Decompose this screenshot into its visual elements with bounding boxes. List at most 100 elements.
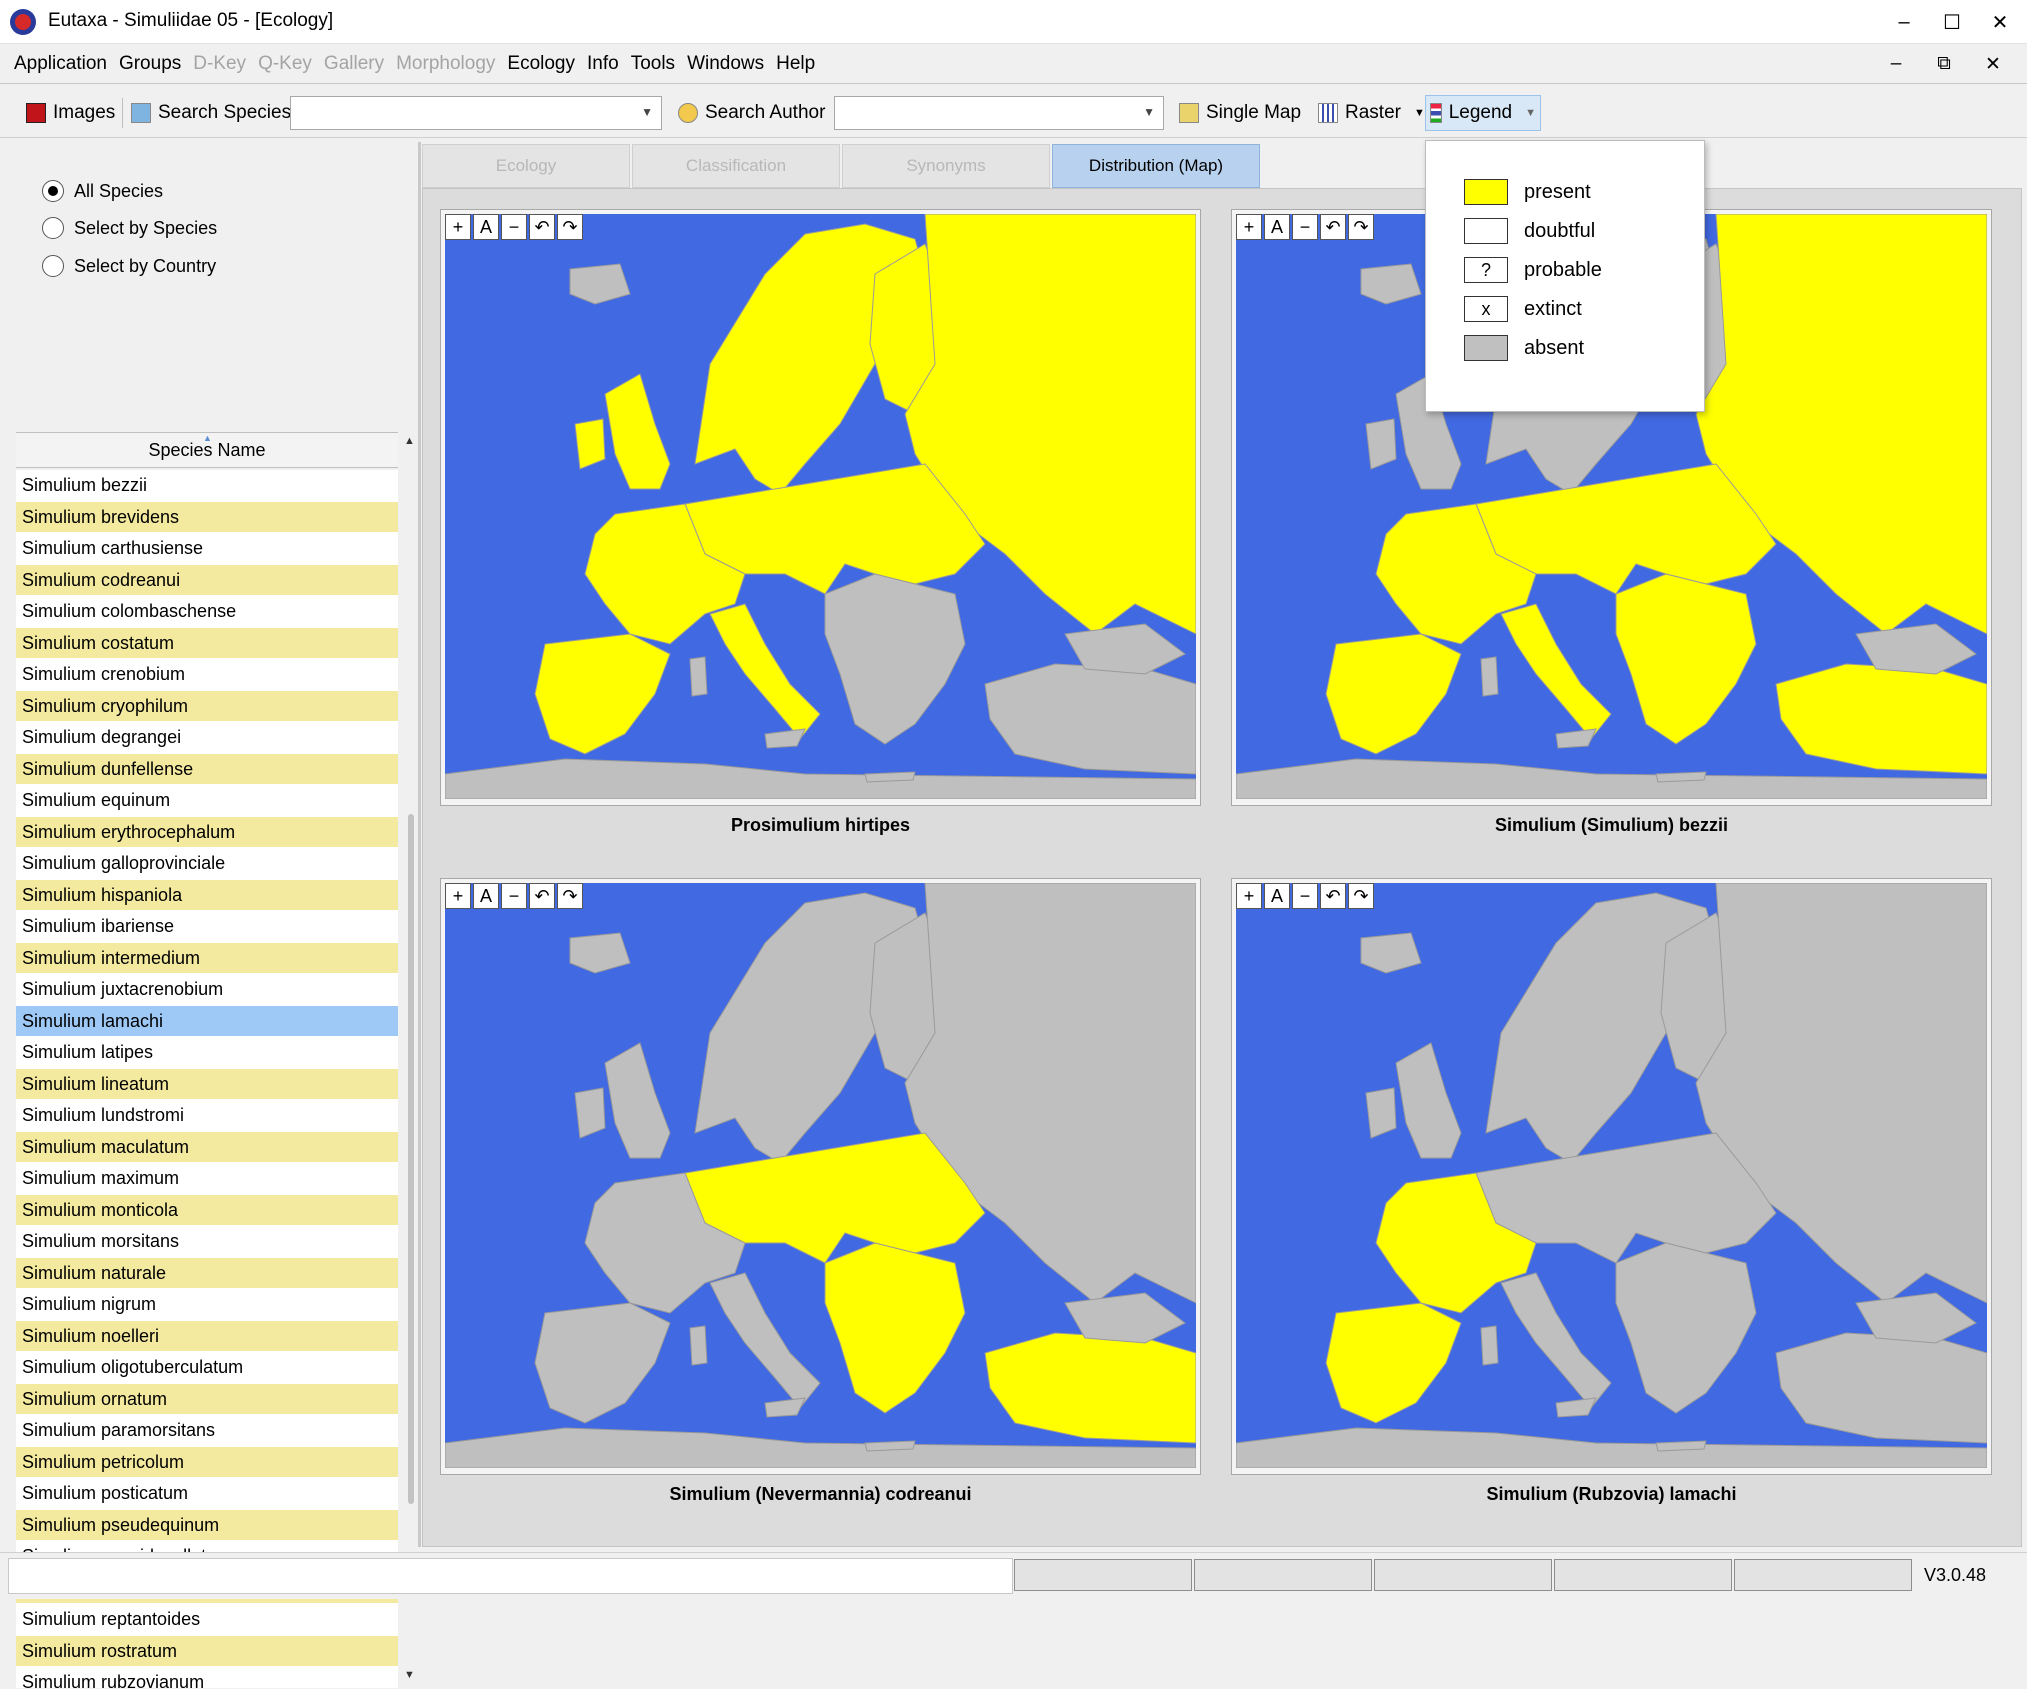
- list-item[interactable]: Simulium ibariense: [16, 911, 398, 943]
- radio-indicator-species[interactable]: [42, 217, 64, 239]
- list-item[interactable]: Simulium crenobium: [16, 659, 398, 691]
- list-item[interactable]: Simulium oligotuberculatum: [16, 1352, 398, 1384]
- menu-item-help[interactable]: Help: [770, 53, 821, 75]
- list-item[interactable]: Simulium erythrocephalum: [16, 816, 398, 848]
- search-author-button[interactable]: Search Author: [674, 95, 829, 131]
- distribution-map[interactable]: + A − ↶ ↷: [440, 878, 1201, 1475]
- single-map-button[interactable]: Single Map: [1175, 95, 1305, 131]
- list-item[interactable]: Simulium bezzii: [16, 470, 398, 502]
- list-item[interactable]: Simulium naturale: [16, 1257, 398, 1289]
- font-icon[interactable]: A: [473, 214, 499, 240]
- chevron-down-icon[interactable]: ▼: [641, 105, 653, 119]
- undo-icon[interactable]: ↶: [1320, 883, 1346, 909]
- list-item[interactable]: Simulium equinum: [16, 785, 398, 817]
- scroll-down-icon[interactable]: ▼: [404, 1669, 415, 1681]
- list-item[interactable]: Simulium noelleri: [16, 1320, 398, 1352]
- chevron-down-icon[interactable]: ▼: [1414, 107, 1425, 119]
- search-species-combo[interactable]: ▼: [290, 96, 662, 130]
- radio-select-by-country[interactable]: Select by Country: [42, 252, 216, 280]
- tab-ecology[interactable]: Ecology: [422, 144, 630, 188]
- list-item[interactable]: Simulium maculatum: [16, 1131, 398, 1163]
- zoom-out-icon[interactable]: −: [501, 214, 527, 240]
- menu-item-morphology[interactable]: Morphology: [390, 53, 501, 75]
- zoom-in-icon[interactable]: +: [445, 883, 471, 909]
- europe-map[interactable]: [1236, 883, 1987, 1468]
- menu-item-application[interactable]: Application: [8, 53, 113, 75]
- minimize-icon[interactable]: –: [1881, 6, 1927, 38]
- list-item[interactable]: Simulium codreanui: [16, 564, 398, 596]
- list-item[interactable]: Simulium rostratum: [16, 1635, 398, 1667]
- close-icon[interactable]: ✕: [1977, 6, 2023, 38]
- menu-item-tools[interactable]: Tools: [625, 53, 681, 75]
- list-item[interactable]: Simulium morsitans: [16, 1226, 398, 1258]
- panel-splitter[interactable]: [418, 142, 421, 1547]
- tab-distribution-map[interactable]: Distribution (Map): [1052, 144, 1260, 188]
- redo-icon[interactable]: ↷: [557, 214, 583, 240]
- legend-button[interactable]: Legend ▼: [1425, 95, 1541, 131]
- zoom-in-icon[interactable]: +: [1236, 214, 1262, 240]
- undo-icon[interactable]: ↶: [529, 883, 555, 909]
- list-item[interactable]: Simulium lineatum: [16, 1068, 398, 1100]
- radio-select-by-species[interactable]: Select by Species: [42, 214, 217, 242]
- list-item[interactable]: Simulium galloprovinciale: [16, 848, 398, 880]
- menu-item-ecology[interactable]: Ecology: [501, 53, 581, 75]
- menu-item-groups[interactable]: Groups: [113, 53, 187, 75]
- redo-icon[interactable]: ↷: [1348, 214, 1374, 240]
- tab-classification[interactable]: Classification: [632, 144, 840, 188]
- search-species-button[interactable]: Search Species: [127, 95, 295, 131]
- mdi-restore-icon[interactable]: ⧉: [1925, 48, 1963, 80]
- list-item[interactable]: Simulium hispaniola: [16, 879, 398, 911]
- chevron-down-icon[interactable]: ▼: [1525, 107, 1536, 119]
- list-item[interactable]: Simulium costatum: [16, 627, 398, 659]
- menu-item-d-key[interactable]: D-Key: [187, 53, 252, 75]
- zoom-in-icon[interactable]: +: [1236, 883, 1262, 909]
- europe-map[interactable]: [445, 883, 1196, 1468]
- list-item[interactable]: Simulium reptantoides: [16, 1604, 398, 1636]
- distribution-map[interactable]: + A − ↶ ↷: [1231, 878, 1992, 1475]
- list-item[interactable]: Simulium pseudequinum: [16, 1509, 398, 1541]
- scroll-up-icon[interactable]: ▲: [404, 435, 415, 447]
- list-item[interactable]: Simulium intermedium: [16, 942, 398, 974]
- font-icon[interactable]: A: [1264, 883, 1290, 909]
- europe-map[interactable]: [445, 214, 1196, 799]
- list-item[interactable]: Simulium rubzovianum: [16, 1667, 398, 1688]
- list-item[interactable]: Simulium nigrum: [16, 1289, 398, 1321]
- menu-item-windows[interactable]: Windows: [681, 53, 770, 75]
- font-icon[interactable]: A: [1264, 214, 1290, 240]
- list-item[interactable]: Simulium petricolum: [16, 1446, 398, 1478]
- radio-indicator-country[interactable]: [42, 255, 64, 277]
- zoom-out-icon[interactable]: −: [1292, 883, 1318, 909]
- menu-item-info[interactable]: Info: [581, 53, 625, 75]
- list-item[interactable]: Simulium dunfellense: [16, 753, 398, 785]
- species-list[interactable]: Simulium bezzii Simulium brevidens Simuliu…: [16, 470, 398, 1688]
- zoom-out-icon[interactable]: −: [501, 883, 527, 909]
- list-item[interactable]: Simulium carthusiense: [16, 533, 398, 565]
- list-item[interactable]: Simulium cryophilum: [16, 690, 398, 722]
- radio-all-species[interactable]: All Species: [42, 177, 163, 205]
- list-item[interactable]: Simulium degrangei: [16, 722, 398, 754]
- list-item[interactable]: Simulium colombaschense: [16, 596, 398, 628]
- scrollbar-thumb[interactable]: [408, 814, 414, 1504]
- list-item[interactable]: Simulium juxtacrenobium: [16, 974, 398, 1006]
- list-item[interactable]: Simulium lamachi: [16, 1005, 398, 1037]
- list-item[interactable]: Simulium ornatum: [16, 1383, 398, 1415]
- distribution-map[interactable]: + A − ↶ ↷: [440, 209, 1201, 806]
- list-item[interactable]: Simulium latipes: [16, 1037, 398, 1069]
- mdi-close-icon[interactable]: ✕: [1974, 48, 2012, 80]
- radio-indicator-all[interactable]: [42, 180, 64, 202]
- menu-item-gallery[interactable]: Gallery: [318, 53, 390, 75]
- undo-icon[interactable]: ↶: [1320, 214, 1346, 240]
- zoom-in-icon[interactable]: +: [445, 214, 471, 240]
- chevron-down-icon[interactable]: ▼: [1143, 105, 1155, 119]
- list-item[interactable]: Simulium maximum: [16, 1163, 398, 1195]
- maximize-icon[interactable]: ☐: [1929, 6, 1975, 38]
- app-icon[interactable]: [10, 9, 36, 35]
- search-author-combo[interactable]: ▼: [834, 96, 1164, 130]
- list-item[interactable]: Simulium lundstromi: [16, 1100, 398, 1132]
- redo-icon[interactable]: ↷: [1348, 883, 1374, 909]
- images-button[interactable]: Images: [22, 95, 119, 131]
- mdi-minimize-icon[interactable]: –: [1877, 48, 1915, 80]
- raster-button[interactable]: Raster ▼: [1314, 95, 1429, 131]
- list-item[interactable]: Simulium monticola: [16, 1194, 398, 1226]
- menu-item-q-key[interactable]: Q-Key: [252, 53, 318, 75]
